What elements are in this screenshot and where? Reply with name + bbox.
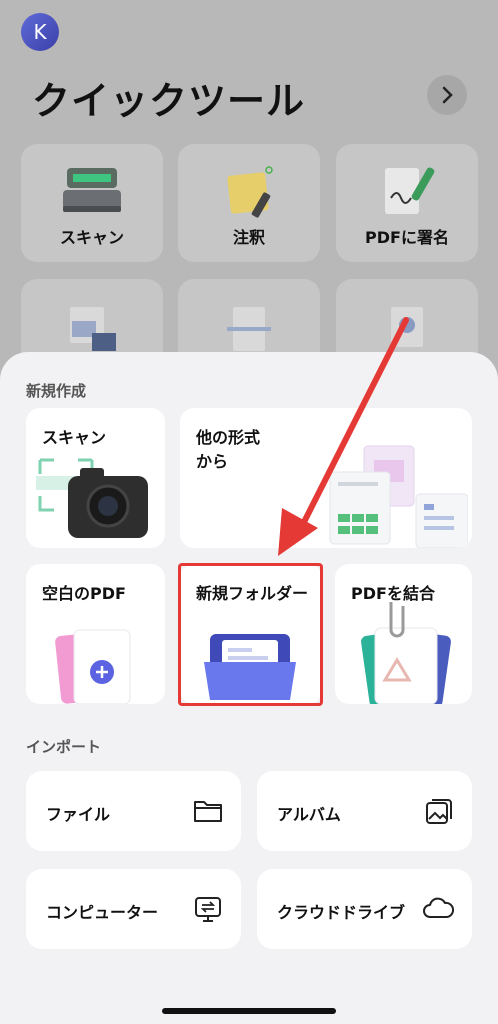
merge-pdf-icon: [361, 602, 451, 704]
new-blank-pdf-card[interactable]: 空白のPDF: [26, 564, 165, 704]
card-label: スキャン: [42, 428, 107, 447]
avatar[interactable]: K: [21, 13, 59, 51]
album-icon: [426, 799, 452, 824]
new-scan-card[interactable]: スキャン: [26, 408, 165, 548]
quick-tool-annotate[interactable]: 注釈: [178, 144, 320, 262]
blank-pdf-icon: [55, 629, 131, 704]
camera-icon: [36, 458, 148, 538]
import-label: ファイル: [46, 805, 111, 824]
import-cloud-drive-button[interactable]: クラウドドライブ: [257, 869, 472, 949]
card-label: 空白のPDF: [42, 584, 126, 603]
quick-tool-label: PDFに署名: [365, 228, 449, 247]
quick-tool-sign-pdf[interactable]: PDFに署名: [336, 144, 478, 262]
cloud-icon: [423, 897, 454, 918]
new-from-other-formats-card[interactable]: 他の形式 から: [180, 408, 472, 548]
import-file-button[interactable]: ファイル: [26, 771, 241, 851]
card-label: 他の形式 から: [196, 428, 261, 471]
section-title-new: 新規作成: [26, 382, 87, 400]
chevron-right-icon[interactable]: [427, 75, 467, 115]
scanner-icon: [61, 162, 123, 224]
quick-tool-scan[interactable]: スキャン: [21, 144, 163, 262]
new-folder-highlight: [178, 563, 323, 706]
import-album-button[interactable]: アルバム: [257, 771, 472, 851]
import-label: コンピューター: [46, 903, 159, 922]
page-title: クイックツール: [32, 79, 306, 123]
import-label: クラウドドライブ: [277, 903, 406, 922]
quick-tool-label: スキャン: [59, 228, 124, 247]
sticky-note-icon: [217, 162, 281, 226]
section-title-import: インポート: [26, 738, 102, 756]
signature-pen-icon: [375, 162, 439, 226]
computer-transfer-icon: [195, 897, 221, 922]
import-label: アルバム: [277, 805, 341, 824]
import-computer-button[interactable]: コンピューター: [26, 869, 241, 949]
folder-icon: [194, 801, 222, 822]
quick-tool-label: 注釈: [232, 228, 265, 247]
documents-icon: [329, 445, 468, 548]
home-indicator: [162, 1008, 336, 1014]
merge-pdf-card[interactable]: PDFを結合: [335, 564, 472, 704]
